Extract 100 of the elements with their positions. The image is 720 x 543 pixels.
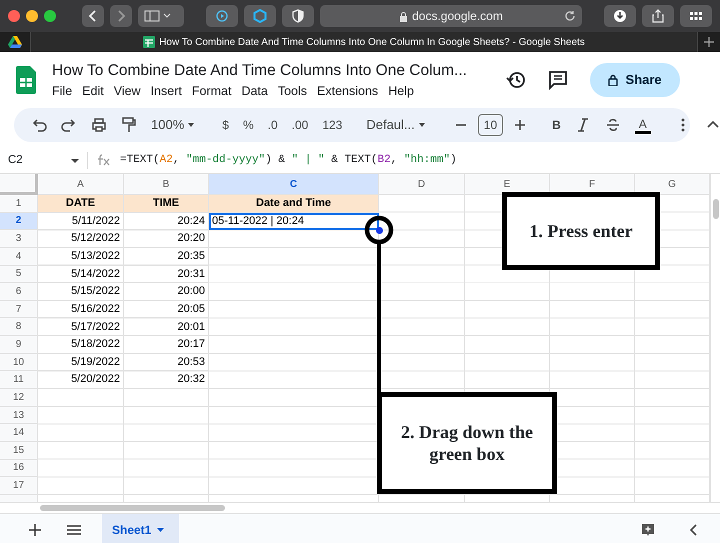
caret-icon (71, 158, 79, 164)
menu-item[interactable]: View (108, 82, 146, 100)
toolbar-button[interactable]: $ (217, 116, 234, 134)
name-box[interactable]: C2 (0, 152, 88, 170)
tabs-button[interactable] (680, 5, 712, 27)
row-number[interactable]: 6 (0, 283, 38, 301)
spreadsheet-icon (143, 36, 156, 48)
toolbar-button[interactable]: B (547, 116, 566, 134)
row-number[interactable]: 5 (0, 266, 38, 284)
table-cell: 20:31 (124, 266, 209, 284)
menu-item[interactable]: File (47, 82, 78, 100)
window-control[interactable] (8, 10, 20, 22)
table-cell: 20:32 (124, 371, 209, 390)
text-color-button[interactable]: A (630, 116, 656, 134)
lock-icon (399, 10, 408, 22)
table-cell: 20:53 (124, 354, 209, 372)
toolbar-dropdown[interactable]: Defaul... (361, 115, 434, 135)
vertical-scrollbar[interactable] (710, 174, 720, 502)
extension-button[interactable] (244, 5, 276, 27)
table-cell: 5/20/2022 (38, 371, 124, 390)
row-number[interactable]: 13 (0, 406, 38, 424)
undo-icon[interactable] (31, 117, 47, 133)
selected-cell[interactable]: 05-11-2022 | 20:24 (209, 212, 379, 230)
table-cell: 5/16/2022 (38, 300, 124, 318)
column-header[interactable]: G (635, 174, 710, 195)
column-header[interactable]: A (38, 174, 124, 195)
forward-icon (116, 10, 126, 22)
reload-icon (564, 10, 576, 22)
history-icon[interactable] (506, 70, 526, 90)
row-number[interactable]: 17 (0, 477, 38, 495)
paint-roller-icon[interactable] (121, 117, 137, 133)
sidebar-icon (144, 10, 172, 22)
forward-button[interactable] (110, 5, 132, 27)
column-header[interactable]: E (465, 174, 550, 195)
row-number[interactable]: 8 (0, 318, 38, 336)
header-cell: DATE (38, 195, 124, 213)
table-cell: 20:00 (124, 283, 209, 301)
menu-item[interactable]: Format (186, 82, 236, 100)
column-header[interactable]: C (209, 174, 379, 195)
row-number[interactable]: 2 (0, 212, 38, 230)
back-button[interactable] (82, 5, 104, 27)
table-cell: 5/15/2022 (38, 283, 124, 301)
color-bar (634, 130, 651, 134)
row-number[interactable]: 7 (0, 300, 38, 318)
column-header[interactable]: B (124, 174, 209, 195)
highlight-circle (364, 215, 394, 245)
row-number[interactable]: 3 (0, 230, 38, 248)
drive-icon (8, 36, 22, 48)
table-cell: 5/13/2022 (38, 248, 124, 266)
row-number[interactable]: 16 (0, 460, 38, 478)
menu-item[interactable]: Data (236, 82, 273, 100)
scrollbar-thumb[interactable] (40, 505, 225, 511)
menu-item[interactable]: Help (383, 82, 419, 100)
share-button[interactable] (642, 5, 674, 27)
row-number[interactable]: 14 (0, 424, 38, 442)
window-control[interactable] (44, 10, 56, 22)
address-bar[interactable]: docs.google.com (320, 5, 582, 27)
extension-button[interactable] (206, 5, 238, 27)
menu-item[interactable]: Insert (146, 82, 187, 100)
row-number[interactable]: 15 (0, 442, 38, 460)
table-cell: 20:17 (124, 336, 209, 354)
toolbar-dropdown[interactable]: 100% (146, 115, 204, 135)
function-icon (96, 154, 112, 166)
formula-input[interactable]: =TEXT(A2, "mm-dd-yyyy") & " | " & TEXT(B2, "hh:mm") (120, 152, 457, 169)
row-number[interactable]: 9 (0, 336, 38, 354)
new-tab-icon[interactable] (704, 37, 714, 47)
row-number[interactable]: 12 (0, 389, 38, 407)
toolbar-button[interactable]: 123 (317, 116, 348, 134)
spreadsheet-logo-icon (16, 66, 36, 94)
browser-tab[interactable]: How To Combine Date And Time Columns Into One Column In Google Sheets? - Google Sheets (30, 32, 698, 52)
row-number[interactable]: 1 (0, 195, 38, 213)
toolbar-button[interactable]: % (238, 116, 259, 134)
callout-box: 2. Drag down the green box (377, 392, 557, 494)
table-cell: 20:24 (124, 212, 209, 230)
table-cell: 5/18/2022 (38, 336, 124, 354)
sidebar-button[interactable] (138, 5, 184, 27)
row-number[interactable]: 4 (0, 248, 38, 266)
redo-icon[interactable] (61, 117, 77, 133)
table-cell: 20:05 (124, 300, 209, 318)
window-control[interactable] (26, 10, 38, 22)
comment-icon[interactable] (548, 70, 568, 90)
document-title[interactable]: How To Combine Date And Time Columns Into One Colum... (52, 60, 506, 82)
font-size-field[interactable]: 10 (478, 114, 504, 136)
scrollbar-thumb[interactable] (713, 199, 719, 219)
toolbar-button[interactable]: .00 (286, 116, 314, 134)
menu-item[interactable]: Extensions (312, 82, 384, 100)
print-icon[interactable] (91, 117, 107, 133)
row-number[interactable]: 10 (0, 354, 38, 372)
menu-item[interactable]: Edit (77, 82, 109, 100)
row-number[interactable]: 11 (0, 371, 38, 390)
privacy-button[interactable] (282, 5, 314, 27)
fill-handle[interactable] (376, 227, 383, 234)
strikethrough-icon[interactable] (604, 117, 621, 133)
share-button[interactable]: Share (590, 63, 680, 97)
menu-item[interactable]: Tools (272, 82, 312, 100)
lock-icon (608, 74, 618, 86)
column-header[interactable]: D (379, 174, 465, 195)
download-button[interactable] (604, 5, 636, 27)
toolbar-button[interactable]: .0 (262, 116, 283, 134)
sheet-tab[interactable]: Sheet1 (102, 514, 180, 543)
